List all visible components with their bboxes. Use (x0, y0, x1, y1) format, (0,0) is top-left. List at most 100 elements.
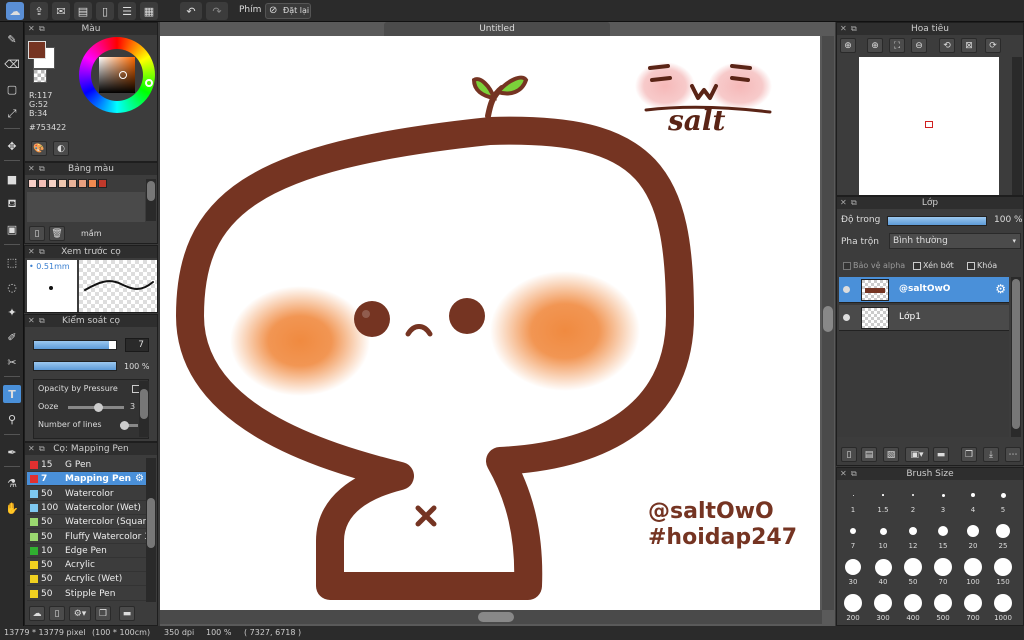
gear-icon[interactable]: ⚙ (135, 472, 144, 486)
brush-size-option[interactable]: 70 (929, 554, 957, 588)
gradient-icon[interactable]: ▣ (3, 220, 21, 238)
add-material-icon[interactable]: ▣▾ (905, 447, 929, 462)
select-rect-icon[interactable]: ⬚ (3, 253, 21, 271)
rotate-left-icon[interactable]: ⟲ (939, 38, 955, 53)
select-pen-icon[interactable]: ✐ (3, 328, 21, 346)
palette-swatch[interactable] (48, 179, 57, 188)
shape-brush-icon[interactable]: ⤢ (3, 105, 21, 123)
palette-swatch[interactable] (68, 179, 77, 188)
close-icon[interactable]: ✕ (840, 23, 847, 35)
brush-size-option[interactable]: 150 (989, 554, 1017, 588)
copy-brush-icon[interactable]: ❐ (95, 606, 111, 621)
new-palette-icon[interactable]: ▯ (29, 226, 45, 241)
layer-scrollbar[interactable] (1011, 277, 1021, 437)
brush-size-option[interactable]: 12 (899, 518, 927, 552)
popout-icon[interactable]: ⧉ (851, 197, 857, 209)
comment-icon[interactable]: ▤ (74, 2, 92, 20)
lines-slider[interactable] (120, 421, 138, 430)
brush-size-option[interactable]: 30 (839, 554, 867, 588)
layer-folder-icon[interactable]: ▬ (933, 447, 949, 462)
lasso-icon[interactable]: ◌ (3, 278, 21, 296)
redo-icon[interactable]: ↷ (206, 2, 228, 20)
palette-icon[interactable]: 🎨 (31, 141, 47, 156)
brush-size-option[interactable]: 1000 (989, 590, 1017, 624)
zoom-icon[interactable]: ⊕ (840, 38, 856, 53)
brush-item[interactable]: 50 Acrylic (27, 558, 147, 573)
clipping-checkbox[interactable] (913, 262, 921, 270)
protect-alpha-checkbox[interactable] (843, 262, 851, 270)
navigator-scrollbar[interactable] (1012, 57, 1022, 195)
layer-opacity-slider[interactable] (887, 216, 987, 226)
brush-control-scrollbar[interactable] (139, 381, 149, 437)
brush-size-option[interactable]: 7 (839, 518, 867, 552)
pen-icon[interactable]: ✒ (3, 443, 21, 461)
brush-item[interactable]: 10 Edge Pen (27, 544, 147, 558)
brush-opacity-slider[interactable] (33, 361, 117, 371)
palette-swatch[interactable] (88, 179, 97, 188)
saturation-square[interactable] (99, 57, 135, 93)
brush-size-option[interactable]: 1 (839, 482, 867, 516)
cloud-brush-icon[interactable]: ☁ (29, 606, 45, 621)
brush-size-option[interactable]: 300 (869, 590, 897, 624)
chat-icon[interactable]: ✉ (52, 2, 70, 20)
brush-item[interactable]: 100 Watercolor (Wet) (27, 501, 147, 515)
cloud-icon[interactable]: ☁ (6, 2, 24, 20)
eraser-icon[interactable]: ⌫ (3, 55, 21, 73)
navigator-preview[interactable] (859, 57, 999, 195)
lock-checkbox[interactable] (967, 262, 975, 270)
list-icon[interactable]: ☰ (118, 2, 136, 20)
brush-size-option[interactable]: 2 (899, 482, 927, 516)
palette-swatch[interactable] (58, 179, 67, 188)
close-icon[interactable]: ✕ (28, 315, 35, 327)
document-tab[interactable]: Untitled (384, 22, 610, 36)
brush-size-option[interactable]: 50 (899, 554, 927, 588)
brush-size-slider[interactable] (33, 340, 117, 350)
brush-size-option[interactable]: 400 (899, 590, 927, 624)
popout-icon[interactable]: ⧉ (39, 315, 45, 327)
new-layer-1bit-icon[interactable]: ▧ (883, 447, 899, 462)
close-icon[interactable]: ✕ (28, 246, 35, 258)
popout-icon[interactable]: ⧉ (39, 443, 45, 455)
close-icon[interactable]: ✕ (840, 197, 847, 209)
drawing-canvas[interactable]: salt @saltOwO #hoidap247 (160, 36, 820, 610)
brush-item[interactable]: 50 Watercolor (27, 487, 147, 501)
fit-icon[interactable]: ⛶ (889, 38, 905, 53)
popout-icon[interactable]: ⧉ (851, 468, 857, 480)
select-eraser-icon[interactable]: ✂ (3, 353, 21, 371)
brush-item[interactable]: 50 Fluffy Watercolor 3 (27, 530, 150, 544)
brush-size-option[interactable]: 700 (959, 590, 987, 624)
popout-icon[interactable]: ⧉ (39, 23, 45, 35)
gear-icon[interactable]: ⚙ (995, 282, 1006, 296)
brush-item[interactable]: 50 Stipple Pen (27, 587, 147, 601)
new-layer-icon[interactable]: ▯ (841, 447, 857, 462)
brush-icon[interactable]: ✎ (3, 30, 21, 48)
brush-item[interactable]: 50 Acrylic (Wet) (27, 572, 147, 587)
brush-size-option[interactable]: 40 (869, 554, 897, 588)
new-layer-8bit-icon[interactable]: ▤ (861, 447, 877, 462)
fill-rect-icon[interactable]: ■ (3, 170, 21, 188)
layer-row[interactable]: @saltOwO ⚙ (839, 277, 1009, 303)
palette-scrollbar[interactable] (146, 179, 156, 221)
close-icon[interactable]: ✕ (28, 23, 35, 35)
export-icon[interactable]: ⇪ (30, 2, 48, 20)
close-icon[interactable]: ✕ (840, 468, 847, 480)
brush-size-option[interactable]: 100 (959, 554, 987, 588)
brush-size-option[interactable]: 4 (959, 482, 987, 516)
layer-menu-icon[interactable]: ⋯ (1005, 447, 1021, 462)
brush-item[interactable]: 15 G Pen (27, 458, 147, 472)
bucket-icon[interactable]: ⛾ (3, 195, 21, 213)
hand-icon[interactable]: ✋ (3, 499, 21, 517)
document-icon[interactable]: ▯ (96, 2, 114, 20)
palette-swatch[interactable] (78, 179, 87, 188)
blend-mode-select[interactable]: Bình thường ▾ (889, 233, 1021, 249)
rectangle-icon[interactable]: ▢ (3, 80, 21, 98)
popout-icon[interactable]: ⧉ (39, 246, 45, 258)
eyedropper-icon[interactable]: ⚗ (3, 474, 21, 492)
brush-size-option[interactable]: 25 (989, 518, 1017, 552)
zoom-in-icon[interactable]: ⊕ (867, 38, 883, 53)
brush-item[interactable]: 7 Mapping Pen ⚙ (27, 472, 147, 487)
brush-size-option[interactable]: 5 (989, 482, 1017, 516)
text-icon[interactable]: T (3, 385, 21, 403)
popout-icon[interactable]: ⧉ (39, 163, 45, 175)
canvas-horizontal-scrollbar[interactable] (160, 610, 822, 624)
